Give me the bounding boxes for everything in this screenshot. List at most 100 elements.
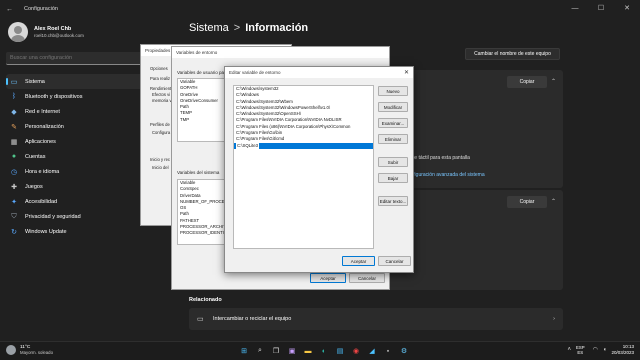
chat-icon[interactable]: ▣ [286,345,298,357]
weather-description: Mayorm. soleado [20,350,53,355]
copy-button-windows[interactable]: Copiar [507,196,547,208]
minimize-icon[interactable]: — [562,0,588,16]
edit-env-variable-dialog: Editar variable de entorno ✕ C:\Windows\… [224,66,414,273]
user-email: roel10.chb@outlook.com [34,33,84,38]
wifi-icon: ◆ [11,108,17,116]
sysprop-line: Inicio del [152,165,169,170]
sidebar-item-label: Bluetooth y dispositivos [25,93,83,100]
new-button[interactable]: Nuevo [378,86,408,96]
store-icon[interactable]: ▤ [334,345,346,357]
related-item-recycle[interactable]: ▭ Intercambiar o reciclar el equipo › [189,308,563,330]
sysprop-line: Configura [152,130,171,135]
dialog-title: Variables de entorno [172,47,389,58]
weather-icon [6,345,16,355]
dialog-title: Editar variable de entorno [229,70,281,75]
user-profile[interactable]: Alex Roel Chb roel10.chb@outlook.com [8,22,84,42]
path-list[interactable]: C:\Windows\system32 C:\Windows C:\Window… [233,85,374,249]
sidebar-item-label: Cuentas [25,153,46,160]
advanced-settings-link[interactable]: Configuración avanzada del sistema [404,172,485,178]
edit-button[interactable]: Modificar [378,102,408,112]
user-vars-label: Variables de usuario para [177,70,228,75]
search-icon[interactable]: ⌕ [254,345,266,357]
sidebar-item-label: Aplicaciones [25,138,56,145]
breadcrumb-separator: > [233,22,241,34]
system-vars-label: Variables del sistema [177,170,220,175]
gamepad-icon: ✚ [11,183,17,191]
system-vars-list[interactable]: Variable ComSpec DriverData NUMBER_OF_PR… [177,179,227,245]
sysprop-line: memoria v [152,98,172,103]
laptop-icon: ▭ [197,316,204,323]
maximize-icon[interactable]: ☐ [588,0,614,16]
list-item[interactable]: TMP [178,117,226,123]
language-code: ESP [575,344,585,350]
sysprop-line: Rendimient [150,86,172,91]
sidebar-item-label: Privacidad y seguridad [25,213,81,220]
keyboard-code: ES [577,349,584,355]
volume-icon[interactable]: ◖ [603,347,607,353]
related-item-label: Intercambiar o reciclar el equipo [213,316,292,322]
copy-button-device[interactable]: Copiar [507,76,547,88]
accept-button[interactable]: Aceptar [342,256,375,266]
sidebar-item-windows-update[interactable]: ↻ Windows Update [6,224,166,239]
sidebar-item-label: Windows Update [25,228,67,235]
sidebar-item-label: Accesibilidad [25,198,58,205]
person-icon: ● [11,153,17,160]
cancel-button[interactable]: Cancelar [378,256,411,266]
move-down-button[interactable]: Bajar [378,173,408,183]
task-view-icon[interactable]: ❐ [270,345,282,357]
path-edit-input[interactable]: C:\SQLite3 [236,142,260,149]
monitor-icon: ▭ [10,78,18,86]
sidebar-item-label: Hora e idioma [25,168,60,175]
settings-gear-icon[interactable]: ⚙ [398,345,410,357]
page-title: Sistema > Información [189,22,308,34]
weather-widget[interactable]: 11°C Mayorm. soleado [6,345,53,355]
window-controls: — ☐ ✕ [562,0,640,16]
sidebar-item-label: Red e Internet [25,108,60,115]
avatar [8,22,28,42]
user-name: Alex Roel Chb [34,26,72,32]
dialog-title-bar: Editar variable de entorno ✕ [225,67,413,78]
title-bar: ← Configuración — ☐ ✕ [0,0,640,18]
sysprop-line: Efectos vi [152,92,171,97]
edge-icon[interactable]: ◐ [318,345,330,357]
clock[interactable]: 10:13 20/03/2023 [611,344,634,355]
taskbar: 11°C Mayorm. soleado ⊞ ⌕ ❐ ▣ ▬ ◐ ▤ ◉ ◢ ▪… [0,341,640,360]
terminal-icon[interactable]: ▪ [382,345,394,357]
back-arrow-icon[interactable]: ← [6,6,20,13]
globe-clock-icon: ◷ [10,168,18,176]
rename-pc-button[interactable]: Cambiar el nombre de este equipo [465,48,560,60]
chevron-up-icon[interactable]: ⌃ [551,78,556,85]
user-vars-list[interactable]: Variable GOPATH OneDrive OneDriveConsume… [177,78,227,142]
breadcrumb-current: Información [245,22,309,34]
cancel-button[interactable]: Cancelar [349,273,385,283]
accessibility-icon: ✦ [11,198,17,206]
browse-button[interactable]: Examinar... [378,118,408,128]
search-input[interactable] [10,55,159,61]
sidebar-item-label: Personalización [25,123,64,130]
breadcrumb-parent[interactable]: Sistema [189,22,229,34]
accept-button[interactable]: Aceptar [310,273,346,283]
language-indicator[interactable]: ESP ES [576,345,585,355]
list-item[interactable]: PROCESSOR_IDENTIFIE [178,230,226,236]
sysprop-line: Para realiz [150,76,171,81]
sysprop-line: Opciones [150,66,168,71]
close-icon[interactable]: ✕ [404,69,409,76]
vscode-icon[interactable]: ◢ [366,345,378,357]
close-icon[interactable]: ✕ [614,0,640,16]
delete-button[interactable]: Eliminar [378,134,408,144]
related-heading: Relacionado [189,297,222,303]
taskbar-apps: ⊞ ⌕ ❐ ▣ ▬ ◐ ▤ ◉ ◢ ▪ ⚙ [238,345,414,357]
chevron-right-icon: › [553,316,555,322]
sidebar-item-label: Sistema [25,78,45,85]
edit-text-button[interactable]: Editar texto... [378,196,408,206]
path-item-selected[interactable]: C:\SQLite3 [234,142,373,149]
chevron-up-icon[interactable]: ˄ [567,347,571,353]
chrome-icon[interactable]: ◉ [350,345,362,357]
sysprop-line: Inicio y rec [150,157,171,162]
windows-start-icon[interactable]: ⊞ [238,345,250,357]
bluetooth-icon: ᛒ [11,93,17,100]
wifi-icon[interactable]: ◠ [593,346,598,353]
chevron-up-icon[interactable]: ⌃ [551,198,556,205]
move-up-button[interactable]: Subir [378,157,408,167]
file-explorer-icon[interactable]: ▬ [302,345,314,357]
